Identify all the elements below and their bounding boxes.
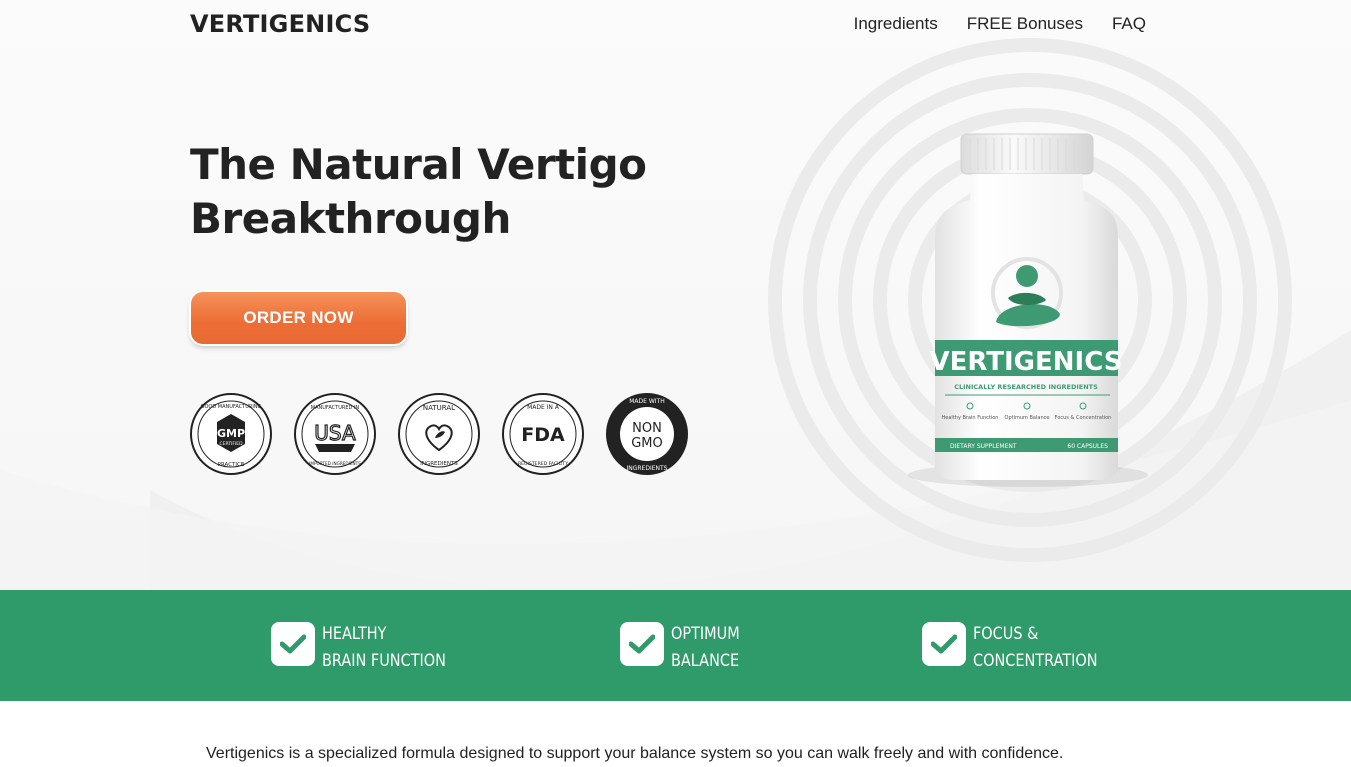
natural-badge-icon: NATURAL INGREDIENTS (398, 393, 480, 475)
svg-text:USA: USA (314, 421, 356, 445)
order-now-button[interactable]: ORDER NOW (191, 292, 406, 344)
site-logo[interactable]: VERTIGENICS (190, 10, 370, 38)
svg-text:MADE IN A: MADE IN A (527, 404, 560, 411)
svg-text:GMP: GMP (217, 427, 245, 440)
nav-ingredients-link[interactable]: Ingredients (854, 14, 938, 34)
svg-text:CERTIFIED: CERTIFIED (219, 441, 243, 447)
hero-section: VERTIGENICS Ingredients FREE Bonuses FAQ… (0, 0, 1351, 590)
intro-paragraph: Vertigenics is a specialized formula des… (206, 745, 1064, 762)
svg-text:INGREDIENTS: INGREDIENTS (420, 461, 458, 467)
svg-text:PRACTICE: PRACTICE (218, 462, 245, 468)
usa-badge-icon: USA MANUFACTURED IN IMPORTED INGREDIENTS (294, 393, 376, 475)
svg-text:NATURAL: NATURAL (423, 404, 455, 412)
top-nav: Ingredients FREE Bonuses FAQ (854, 14, 1146, 34)
svg-text:IMPORTED INGREDIENTS: IMPORTED INGREDIENTS (309, 461, 361, 466)
svg-text:CLINICALLY RESEARCHED INGREDIE: CLINICALLY RESEARCHED INGREDIENTS (954, 383, 1098, 391)
nav-free-bonuses-link[interactable]: FREE Bonuses (967, 14, 1083, 34)
benefit-label: OPTIMUM BALANCE (671, 624, 740, 671)
product-bottle: VERTIGENICS CLINICALLY RESEARCHED INGRED… (908, 133, 1148, 487)
svg-text:Healthy Brain Function: Healthy Brain Function (942, 415, 999, 421)
svg-text:NON: NON (632, 421, 662, 436)
benefit-focus: FOCUS & CONCENTRATION (922, 621, 1120, 675)
svg-text:REGISTERED FACILITY: REGISTERED FACILITY (518, 461, 568, 467)
benefit-label: FOCUS & CONCENTRATION (973, 624, 1098, 671)
checkmark-icon (271, 622, 315, 666)
benefit-label: HEALTHY BRAIN FUNCTION (322, 624, 446, 671)
benefits-strip: HEALTHY BRAIN FUNCTION OPTIMUM BALANCE FOC… (0, 590, 1351, 701)
svg-text:Focus & Concentration: Focus & Concentration (1055, 415, 1112, 421)
svg-text:GMO: GMO (631, 436, 663, 451)
svg-text:VERTIGENICS: VERTIGENICS (930, 347, 1123, 377)
benefit-brain-function: HEALTHY BRAIN FUNCTION (271, 621, 468, 675)
svg-text:DIETARY SUPPLEMENT: DIETARY SUPPLEMENT (950, 443, 1017, 450)
svg-text:INGREDIENTS: INGREDIENTS (626, 465, 667, 472)
headline-line-1: The Natural Vertigo (190, 140, 647, 189)
svg-text:FDA: FDA (521, 424, 565, 446)
benefit-balance: OPTIMUM BALANCE (620, 621, 752, 675)
non-gmo-badge-icon: NON GMO MADE WITH INGREDIENTS (606, 393, 688, 475)
headline-line-2: Breakthrough (190, 194, 511, 243)
trust-badges: GMP CERTIFIED GOOD MANUFACTURING PRACTIC… (189, 392, 689, 476)
svg-text:60 CAPSULES: 60 CAPSULES (1067, 443, 1108, 450)
svg-text:Optimum Balance: Optimum Balance (1005, 415, 1050, 421)
gmp-badge-icon: GMP CERTIFIED GOOD MANUFACTURING PRACTIC… (190, 393, 272, 475)
svg-text:MANUFACTURED IN: MANUFACTURED IN (311, 405, 360, 411)
checkmark-icon (620, 622, 664, 666)
svg-text:MADE WITH: MADE WITH (629, 398, 664, 405)
svg-text:GOOD MANUFACTURING: GOOD MANUFACTURING (201, 404, 262, 410)
checkmark-icon (922, 622, 966, 666)
nav-faq-link[interactable]: FAQ (1112, 14, 1146, 34)
hero-headline: The Natural Vertigo Breakthrough (190, 138, 670, 246)
fda-badge-icon: FDA MADE IN A REGISTERED FACILITY (502, 393, 584, 475)
